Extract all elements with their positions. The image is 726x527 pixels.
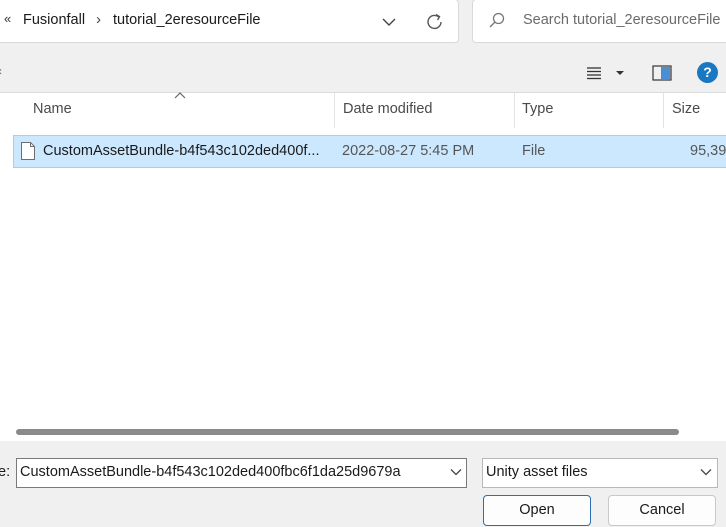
refresh-icon[interactable]	[425, 11, 445, 33]
breadcrumb-overflow-button[interactable]: «	[4, 11, 11, 26]
chevron-down-icon[interactable]	[449, 465, 463, 479]
column-divider[interactable]	[334, 93, 335, 128]
breadcrumb-item-fusionfall[interactable]: Fusionfall	[23, 12, 85, 28]
breadcrumb-item-current-folder[interactable]: tutorial_2eresourceFile	[113, 12, 261, 28]
file-type: File	[522, 143, 546, 159]
list-view-icon	[587, 67, 624, 80]
breadcrumb-separator[interactable]: ›	[96, 11, 101, 28]
horizontal-scrollbar-thumb[interactable]	[16, 429, 679, 435]
sort-up-icon	[173, 88, 187, 99]
chevron-down-icon[interactable]	[699, 465, 713, 479]
address-history-dropdown-icon[interactable]	[380, 12, 398, 32]
file-type-value[interactable]: Unity asset files	[486, 464, 588, 480]
column-divider[interactable]	[663, 93, 664, 128]
preview-pane-icon[interactable]	[651, 62, 673, 84]
cancel-button[interactable]: Cancel	[608, 495, 716, 526]
help-icon[interactable]: ?	[697, 62, 718, 83]
file-size: 95,39	[690, 143, 726, 159]
open-button[interactable]: Open	[483, 495, 591, 526]
strip-left-indicator: ‹	[0, 64, 2, 78]
file-date-modified: 2022-08-27 5:45 PM	[342, 143, 475, 159]
column-header-size[interactable]: Size	[672, 101, 700, 117]
file-name-value[interactable]: CustomAssetBundle-b4f543c102ded400fbc6f1…	[20, 464, 401, 480]
file-name[interactable]: CustomAssetBundle-b4f543c102ded400f...	[43, 143, 320, 159]
column-divider[interactable]	[514, 93, 515, 128]
column-header-name[interactable]: Name	[33, 101, 72, 117]
search-input[interactable]: Search tutorial_2eresourceFile	[523, 12, 720, 28]
column-header-type[interactable]: Type	[522, 101, 553, 117]
file-icon	[20, 141, 36, 161]
column-header-date-modified[interactable]: Date modified	[343, 101, 432, 117]
search-icon	[487, 11, 507, 31]
view-options-button[interactable]	[585, 62, 627, 84]
file-name-label: e:	[0, 464, 11, 480]
